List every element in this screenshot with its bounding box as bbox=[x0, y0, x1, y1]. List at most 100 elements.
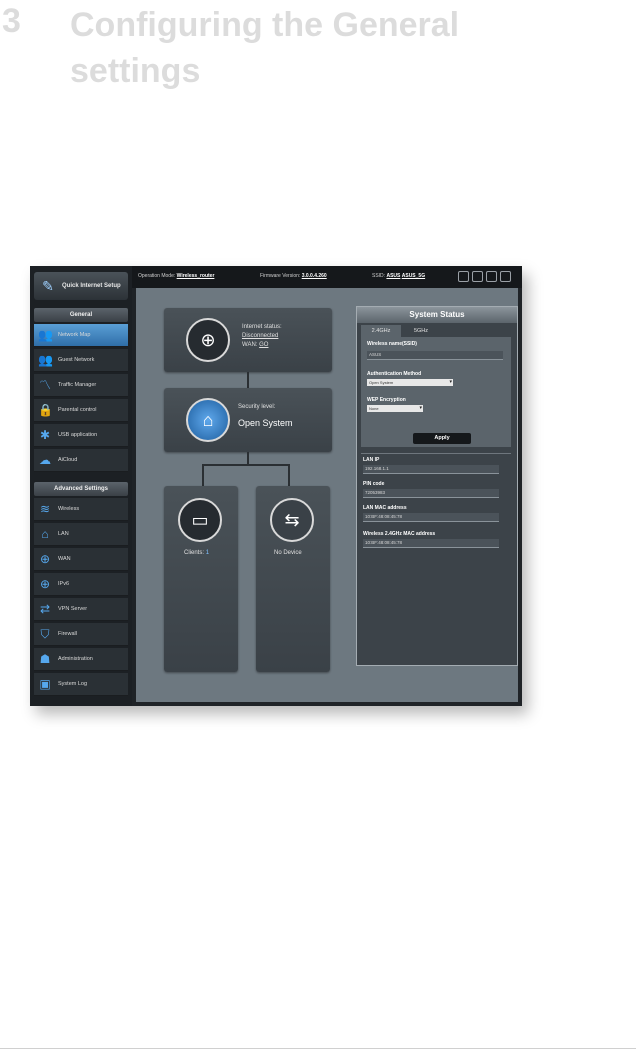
internet-status-box[interactable]: ⊕ Internet status: Disconnected WAN: GO bbox=[164, 308, 332, 372]
usb-application-icon: ✱ bbox=[39, 428, 51, 442]
wireless-icon: ≋ bbox=[39, 502, 51, 516]
firmware-label: Firmware Version: bbox=[260, 273, 301, 279]
usb-status-icon[interactable] bbox=[472, 271, 483, 282]
wan-ip-label: WAN: bbox=[242, 342, 258, 348]
wep-encryption-label: WEP Encryption bbox=[367, 397, 406, 403]
connector-line bbox=[202, 464, 204, 486]
tab-5ghz[interactable]: 5GHz bbox=[401, 325, 441, 337]
sidebar-item-aicloud[interactable]: ☁ AiCloud bbox=[34, 449, 128, 472]
sidebar-item-label: Guest Network bbox=[58, 357, 95, 363]
aicloud-icon: ☁ bbox=[39, 453, 51, 467]
sidebar-item-wan[interactable]: ⊕ WAN bbox=[34, 548, 128, 571]
ssid-2g-link[interactable]: ASUS bbox=[386, 273, 400, 279]
wireless-mac-value: 10:BF:48:08:45:78 bbox=[363, 539, 499, 548]
apply-button[interactable]: Apply bbox=[413, 433, 471, 444]
system-status-title: System Status bbox=[357, 307, 517, 323]
general-header: General bbox=[34, 308, 128, 322]
auth-method-select[interactable]: Open System bbox=[367, 379, 453, 386]
clients-value[interactable]: 1 bbox=[206, 550, 209, 556]
sidebar-item-wireless[interactable]: ≋ Wireless bbox=[34, 498, 128, 521]
page-footer-rule bbox=[0, 1048, 636, 1049]
sidebar: ✎ Quick Internet Setup General 👥 Network … bbox=[30, 266, 132, 706]
clients-count: Clients: 1 bbox=[184, 550, 209, 556]
wand-icon: ✎ bbox=[42, 278, 54, 294]
sidebar-item-parental-control[interactable]: 🔒 Parental control bbox=[34, 399, 128, 422]
ssid-5g-link[interactable]: ASUS_5G bbox=[402, 273, 425, 279]
connector-line bbox=[247, 452, 249, 464]
guest-network-icon: 👥 bbox=[38, 353, 53, 367]
quick-internet-setup-label: Quick Internet Setup bbox=[62, 283, 121, 289]
clients-box[interactable]: ▭ Clients: 1 bbox=[164, 486, 238, 672]
sidebar-item-label: Traffic Manager bbox=[58, 382, 97, 388]
sidebar-item-ipv6[interactable]: ⊕ IPv6 bbox=[34, 573, 128, 596]
operation-mode-label: Operation Mode: bbox=[138, 273, 176, 279]
sidebar-item-label: System Log bbox=[58, 681, 88, 687]
wan-ip-link[interactable]: GO bbox=[259, 342, 268, 348]
sidebar-item-label: Parental control bbox=[58, 407, 97, 413]
administration-icon: ☗ bbox=[39, 652, 51, 666]
lan-mac-label: LAN MAC address bbox=[363, 505, 407, 511]
system-log-icon: ▣ bbox=[39, 677, 51, 691]
sidebar-item-label: WAN bbox=[58, 556, 71, 562]
usb-box[interactable]: ⇆ No Device bbox=[256, 486, 330, 672]
ipv6-icon: ⊕ bbox=[39, 577, 51, 591]
vpn-server-icon: ⇄ bbox=[39, 602, 51, 616]
sidebar-item-system-log[interactable]: ▣ System Log bbox=[34, 673, 128, 696]
sidebar-item-label: USB application bbox=[58, 432, 98, 438]
divider bbox=[361, 453, 511, 454]
router-box[interactable]: ⌂ Security level: Open System bbox=[164, 388, 332, 452]
sidebar-item-guest-network[interactable]: 👥 Guest Network bbox=[34, 349, 128, 372]
lan-mac-value: 10:BF:48:08:45:78 bbox=[363, 513, 499, 522]
security-level-value: Open System bbox=[238, 418, 293, 428]
auth-method-label: Authentication Method bbox=[367, 371, 422, 377]
globe-icon: ⊕ bbox=[186, 318, 230, 362]
connector-line bbox=[247, 372, 249, 388]
network-map-icon: 👥 bbox=[38, 328, 53, 342]
ssid-label: SSID: bbox=[372, 273, 386, 279]
traffic-manager-icon: 〽 bbox=[38, 378, 51, 392]
sidebar-item-vpn-server[interactable]: ⇄ VPN Server bbox=[34, 598, 128, 621]
lan-icon: ⌂ bbox=[41, 527, 49, 541]
sidebar-item-label: Administration bbox=[58, 656, 93, 662]
band-tabs: 2.4GHz 5GHz bbox=[361, 325, 441, 337]
operation-mode-link[interactable]: Wireless_router bbox=[177, 273, 215, 279]
parental-control-icon: 🔒 bbox=[38, 403, 53, 417]
internet-status-label: Internet status: bbox=[242, 324, 282, 330]
pin-code-label: PIN code bbox=[363, 481, 385, 487]
top-bar: Operation Mode: Wireless_router Firmware… bbox=[132, 266, 522, 288]
ssid-field-label: Wireless name(SSID) bbox=[367, 341, 417, 347]
security-level-label: Security level: bbox=[238, 404, 276, 410]
sidebar-item-lan[interactable]: ⌂ LAN bbox=[34, 523, 128, 546]
internet-status-value[interactable]: Disconnected bbox=[242, 333, 278, 339]
wep-encryption-select[interactable]: None bbox=[367, 405, 423, 412]
ssid-input[interactable]: ASUS bbox=[367, 351, 503, 360]
wan-ip: WAN: GO bbox=[242, 342, 268, 348]
wifi-status-icon[interactable] bbox=[500, 271, 511, 282]
sidebar-item-label: AiCloud bbox=[58, 457, 78, 463]
network-map-panel: ⊕ Internet status: Disconnected WAN: GO … bbox=[136, 288, 518, 702]
lan-ip-value: 192.168.1.1 bbox=[363, 465, 499, 474]
system-status-panel: System Status 2.4GHz 5GHz Wireless name(… bbox=[356, 306, 518, 666]
wan-icon: ⊕ bbox=[39, 552, 51, 566]
clients-label: Clients: bbox=[184, 550, 205, 556]
firmware-link[interactable]: 3.0.0.4.260 bbox=[302, 273, 327, 279]
sidebar-item-network-map[interactable]: 👥 Network Map bbox=[34, 324, 128, 347]
sidebar-item-firewall[interactable]: ⛉ Firewall bbox=[34, 623, 128, 646]
tab-2-4ghz[interactable]: 2.4GHz bbox=[361, 325, 401, 337]
quick-internet-setup-button[interactable]: ✎ Quick Internet Setup bbox=[34, 272, 128, 300]
sidebar-item-label: VPN Server bbox=[58, 606, 88, 612]
pin-code-value: 72053983 bbox=[363, 489, 499, 498]
printer-icon[interactable] bbox=[458, 271, 469, 282]
sidebar-item-administration[interactable]: ☗ Administration bbox=[34, 648, 128, 671]
firewall-icon: ⛉ bbox=[40, 627, 50, 641]
router-icon: ⌂ bbox=[186, 398, 230, 442]
sidebar-item-usb-application[interactable]: ✱ USB application bbox=[34, 424, 128, 447]
usb-status: No Device bbox=[274, 550, 302, 556]
lan-ip-label: LAN IP bbox=[363, 457, 380, 463]
advanced-settings-header: Advanced Settings bbox=[34, 482, 128, 496]
share-icon[interactable] bbox=[486, 271, 497, 282]
sidebar-item-label: Firewall bbox=[58, 631, 77, 637]
sidebar-item-traffic-manager[interactable]: 〽 Traffic Manager bbox=[34, 374, 128, 397]
chapter-title: Configuring the General settings bbox=[70, 6, 460, 90]
wireless-mac-label: Wireless 2.4GHz MAC address bbox=[363, 531, 436, 537]
